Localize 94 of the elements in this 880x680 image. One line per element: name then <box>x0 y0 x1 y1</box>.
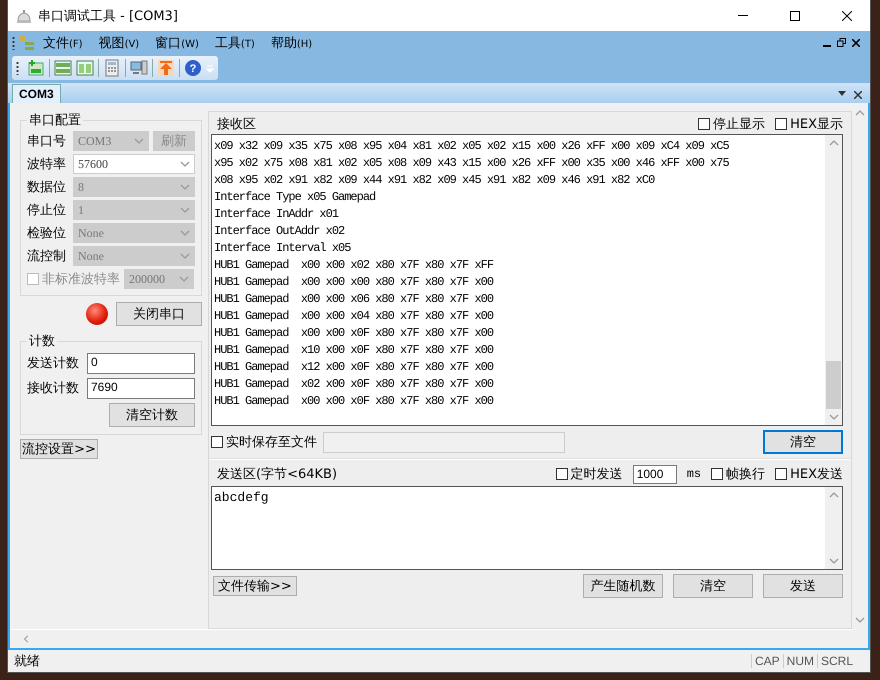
checkbox[interactable] <box>698 118 710 130</box>
received-line: x95 x02 x75 x08 x81 x02 x05 x08 x09 x43 x15 x00 x26 xFF x00 x35 x00 x46 xFF x00 x75 <box>214 155 730 172</box>
clear-count-button[interactable]: 清空计数 <box>109 403 195 427</box>
checkbox-label: HEX发送 <box>790 466 843 483</box>
dropdown[interactable]: 57600 <box>73 154 195 174</box>
checkbox-label: 停止显示 <box>713 116 766 133</box>
received-line: Interface Interval x05 <box>214 240 352 257</box>
horizontal-split-icon[interactable] <box>54 58 72 76</box>
scroll-down-icon[interactable] <box>828 413 838 421</box>
file-path-field[interactable] <box>323 432 565 452</box>
field-label: 串口号 <box>27 133 67 150</box>
received-line: x09 x32 x09 x35 x75 x08 x95 x04 x81 x02 x05 x02 x15 x00 x26 xFF x00 x09 xC4 x09 xC5 <box>214 138 730 155</box>
scroll-down-icon[interactable] <box>855 616 865 624</box>
checkbox-label: 非标准波特率 <box>42 271 120 288</box>
received-line: HUB1 Gamepad x12 x00 x0F x80 x7F x80 x7F x00 <box>214 359 494 376</box>
flow-settings-button[interactable]: 流控设置>> <box>20 439 98 459</box>
group-title: 串口配置 <box>28 112 82 129</box>
menu-item[interactable]: 帮助(H) <box>262 34 320 52</box>
received-line: HUB1 Gamepad x00 x00 x06 x80 x7F x80 x7F x00 <box>214 291 494 308</box>
checkbox-label: 帧换行 <box>726 466 766 483</box>
toolbar-overflow-icon[interactable] <box>206 62 214 72</box>
received-line: HUB1 Gamepad x00 x00 x0F x80 x7F x80 x7F x00 <box>214 325 494 342</box>
menu-item[interactable]: 工具(T) <box>206 34 263 52</box>
key-indicator: SCRL <box>816 654 856 668</box>
window-title: 串口调试工具 - [COM3] <box>38 8 179 24</box>
received-line: HUB1 Gamepad x00 x00 x00 x80 x7F x80 x7F x00 <box>214 274 494 291</box>
vertical-split-icon[interactable] <box>76 58 94 76</box>
vertical-scrollbar[interactable] <box>825 487 842 569</box>
counter-label: 接收计数 <box>27 380 80 397</box>
add-panel-icon[interactable] <box>27 58 45 76</box>
field-label: 波特率 <box>27 156 67 173</box>
received-line: HUB1 Gamepad x10 x00 x0F x80 x7F x80 x7F x00 <box>214 342 494 359</box>
scroll-up-icon[interactable] <box>828 139 838 147</box>
received-line: Interface OutAddr x02 <box>214 223 346 240</box>
unit-label: ms <box>686 467 702 481</box>
receive-text-area[interactable] <box>211 134 843 426</box>
counter-field[interactable]: 7690 <box>87 378 195 398</box>
received-line: x08 x95 x02 x91 x82 x09 x44 x91 x82 x09 x45 x91 x82 x09 x46 x91 x82 xC0 <box>214 172 656 189</box>
checkbox[interactable] <box>27 273 39 285</box>
field-label: 停止位 <box>27 202 67 219</box>
received-line: HUB1 Gamepad x00 x00 x04 x80 x7F x80 x7F x00 <box>214 308 494 325</box>
checkbox[interactable] <box>556 468 568 480</box>
computer-icon[interactable] <box>130 58 148 76</box>
restore-icon[interactable] <box>837 38 846 47</box>
checkbox-label: HEX显示 <box>790 116 843 133</box>
clear-receive-button[interactable]: 清空 <box>763 430 843 454</box>
app-tree-icon <box>19 34 35 50</box>
menu-item[interactable]: 窗口(W) <box>147 34 207 52</box>
help-icon[interactable]: ? <box>184 58 202 76</box>
checkbox[interactable] <box>211 436 223 448</box>
checkbox[interactable] <box>775 118 788 130</box>
key-indicator: NUM <box>782 654 817 668</box>
key-indicator: CAP <box>750 654 783 668</box>
checkbox[interactable] <box>775 468 788 480</box>
counter-label: 发送计数 <box>27 355 80 372</box>
close-icon[interactable] <box>852 38 860 46</box>
group-title: 计数 <box>28 333 56 350</box>
document-tab[interactable]: COM3 <box>12 84 61 103</box>
calculator-icon[interactable] <box>103 58 121 76</box>
status-text: 就绪 <box>13 653 41 670</box>
menu-item[interactable]: 视图(V) <box>90 34 148 52</box>
received-line: Interface InAddr x01 <box>214 206 340 223</box>
section-title: 发送区(字节<64KB) <box>217 466 338 483</box>
scrollbar-thumb[interactable] <box>826 361 841 409</box>
received-line: HUB1 Gamepad x02 x00 x0F x80 x7F x80 x7F x00 <box>214 376 494 393</box>
dropdown-arrow-icon[interactable] <box>838 91 846 96</box>
interval-field[interactable]: 1000 <box>632 464 677 484</box>
close-icon[interactable] <box>854 91 862 99</box>
menu-item[interactable]: 文件(F) <box>35 34 91 52</box>
section-title: 接收区 <box>217 116 257 133</box>
send-area-button[interactable]: 发送 <box>763 574 843 598</box>
scroll-up-icon[interactable] <box>828 491 838 499</box>
checkbox-label: 定时发送 <box>570 466 623 483</box>
vertical-scrollbar[interactable] <box>825 135 842 425</box>
field-label: 流控制 <box>27 248 67 265</box>
send-area-button[interactable]: 产生随机数 <box>583 574 663 598</box>
send-text-area[interactable]: abcdefg <box>211 486 843 570</box>
checkbox-label: 实时保存至文件 <box>226 434 317 451</box>
file-transfer-button[interactable]: 文件传输>> <box>213 576 297 596</box>
received-line: HUB1 Gamepad x00 x00 x0F x80 x7F x80 x7F x00 <box>214 393 494 410</box>
counter-field[interactable]: 0 <box>87 352 195 374</box>
close-icon[interactable] <box>842 10 852 20</box>
checkbox[interactable] <box>711 468 724 480</box>
app-icon <box>16 8 32 22</box>
close-port-button[interactable]: 关闭串口 <box>116 302 202 326</box>
field-label: 检验位 <box>27 225 67 242</box>
scroll-up-icon[interactable] <box>855 109 865 117</box>
scroll-down-icon[interactable] <box>828 557 838 565</box>
send-text: abcdefg <box>213 489 270 507</box>
field-label: 数据位 <box>27 179 67 196</box>
maximize-icon[interactable] <box>790 10 800 20</box>
received-line: Interface Type x05 Gamepad <box>214 189 376 206</box>
send-area-button[interactable]: 清空 <box>673 574 753 598</box>
received-line: HUB1 Gamepad x00 x00 x02 x80 x7F x80 x7F xFF <box>214 257 494 274</box>
